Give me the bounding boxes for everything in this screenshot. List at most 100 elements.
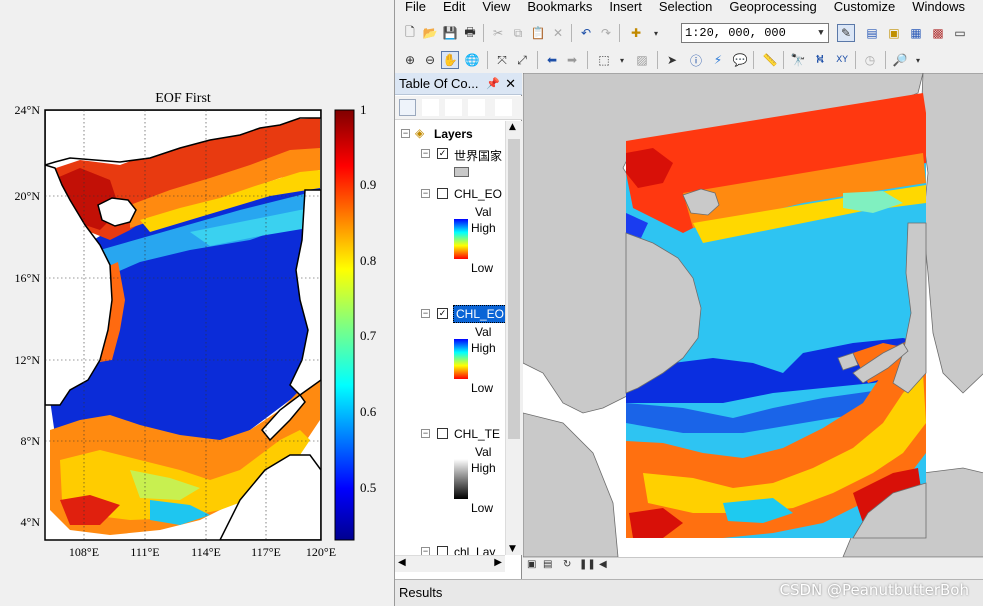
toc-window-icon[interactable]: ▤ <box>863 24 881 42</box>
chevron-down-icon[interactable]: ▾ <box>647 24 665 42</box>
pan-icon[interactable]: ✋ <box>441 51 459 69</box>
y-tick-label: 8°N <box>21 434 41 448</box>
delete-icon[interactable]: ✕ <box>549 24 567 42</box>
scroll-left-icon[interactable]: ◀ <box>599 559 607 570</box>
list-by-source-icon[interactable] <box>422 99 439 116</box>
html-popup-icon[interactable]: 💬 <box>731 51 749 69</box>
menu-view[interactable]: View <box>472 0 517 16</box>
colorbar-tick: 0.8 <box>360 253 376 268</box>
collapse-icon[interactable]: − <box>401 129 410 138</box>
layer-visibility-checkbox[interactable]: ✓ <box>437 148 448 159</box>
legend-color-ramp[interactable] <box>454 339 468 379</box>
table-of-contents-panel: Table Of Co... 📌 ✕ − ◈ Layers − ✓ 世界国家 −… <box>395 73 522 579</box>
layer-visibility-checkbox[interactable] <box>437 428 448 439</box>
list-by-visibility-icon[interactable] <box>445 99 462 116</box>
close-icon[interactable]: ✕ <box>505 73 516 95</box>
legend-color-ramp[interactable] <box>454 459 468 499</box>
layers-root-label: Layers <box>434 127 473 141</box>
save-icon[interactable]: 💾 <box>441 24 459 42</box>
hyperlink-icon[interactable]: ⚡ <box>709 51 727 69</box>
add-data-icon[interactable]: ✚ <box>627 24 645 42</box>
search-window-icon[interactable]: ▦ <box>907 24 925 42</box>
menu-insert[interactable]: Insert <box>599 0 649 16</box>
time-slider-icon[interactable]: ◷ <box>861 51 879 69</box>
layout-view-icon[interactable]: ▤ <box>543 559 552 570</box>
layers-stack-icon: ◈ <box>415 126 425 140</box>
fixed-zoom-out-icon[interactable]: ⤢ <box>513 51 531 69</box>
zoom-out-icon[interactable]: ⊖ <box>421 51 439 69</box>
menu-geoprocessing[interactable]: Geoprocessing <box>719 0 823 16</box>
legend-heading: Val <box>475 445 492 459</box>
python-window-icon[interactable]: ▭ <box>951 24 969 42</box>
paste-icon[interactable]: 📋 <box>529 24 547 42</box>
menu-customize[interactable]: Customize <box>824 0 902 16</box>
list-by-selection-icon[interactable] <box>468 99 485 116</box>
scroll-right-icon[interactable]: ▶ <box>494 557 502 568</box>
collapse-icon[interactable]: − <box>421 149 430 158</box>
menu-bookmarks[interactable]: Bookmarks <box>517 0 599 16</box>
colorbar-tick: 1 <box>360 102 367 117</box>
find-icon[interactable]: 🔭 <box>789 51 807 69</box>
scroll-thumb[interactable] <box>508 139 520 439</box>
select-elements-icon[interactable]: ➤ <box>663 51 681 69</box>
menu-windows[interactable]: Windows <box>902 0 972 16</box>
map-canvas[interactable] <box>523 73 983 557</box>
layer-name: CHL_EO <box>453 305 505 323</box>
full-extent-icon[interactable]: 🌐 <box>463 51 481 69</box>
scroll-up-icon[interactable]: ▲ <box>509 122 516 132</box>
magnifier-icon[interactable]: 🔎 <box>891 51 909 69</box>
menu-edit[interactable]: Edit <box>433 0 472 16</box>
fixed-zoom-in-icon[interactable]: ⤧ <box>493 51 511 69</box>
scroll-down-icon[interactable]: ▼ <box>509 544 516 554</box>
toc-vertical-scrollbar[interactable]: ▲ ▼ <box>505 121 522 555</box>
print-icon[interactable]: 🖶 <box>461 24 479 42</box>
data-view-icon[interactable]: ▣ <box>527 559 536 570</box>
menu-selection[interactable]: Selection <box>649 0 719 16</box>
measure-icon[interactable]: 📏 <box>761 51 779 69</box>
y-tick-label: 4°N <box>21 515 41 529</box>
arctoolbox-icon[interactable]: ▩ <box>929 24 947 42</box>
copy-icon[interactable]: ⧉ <box>509 24 527 42</box>
forward-icon[interactable]: ➡ <box>563 51 581 69</box>
find-route-icon[interactable]: ⛕ <box>811 51 829 69</box>
collapse-icon[interactable]: − <box>421 547 430 555</box>
catalog-window-icon[interactable]: ▣ <box>885 24 903 42</box>
go-to-xy-icon[interactable]: XY <box>833 51 851 69</box>
layer-visibility-checkbox[interactable] <box>437 188 448 199</box>
collapse-icon[interactable]: − <box>421 189 430 198</box>
list-by-drawing-order-icon[interactable] <box>399 99 416 116</box>
pause-drawing-icon[interactable]: ❚❚ <box>579 559 596 570</box>
clear-selection-icon[interactable]: ▨ <box>633 51 651 69</box>
legend-high-label: High <box>471 221 496 235</box>
pin-icon[interactable]: 📌 <box>486 73 500 95</box>
menu-help[interactable]: He <box>972 0 983 16</box>
matlab-figure: 24°N 20°N 16°N 12°N 8°N 4°N 108°E 111°E … <box>0 0 394 606</box>
back-icon[interactable]: ⬅ <box>543 51 561 69</box>
chevron-down-icon[interactable]: ▾ <box>909 51 927 69</box>
refresh-icon[interactable]: ↻ <box>563 559 571 570</box>
x-tick-label: 120°E <box>306 545 336 559</box>
legend-color-ramp[interactable] <box>454 219 468 259</box>
chevron-down-icon[interactable]: ▾ <box>613 51 631 69</box>
identify-icon[interactable]: ⓘ <box>687 51 705 69</box>
collapse-icon[interactable]: − <box>421 429 430 438</box>
layer-visibility-checkbox[interactable]: ✓ <box>437 308 448 319</box>
toc-options-icon[interactable] <box>495 99 512 116</box>
editor-toolbar-icon[interactable]: ✎ <box>837 24 855 42</box>
collapse-icon[interactable]: − <box>421 309 430 318</box>
cut-icon[interactable]: ✂ <box>489 24 507 42</box>
scroll-left-icon[interactable]: ◀ <box>398 557 406 568</box>
menu-file[interactable]: File <box>395 0 433 16</box>
map-scale-select[interactable]: 1:20, 000, 000 ▼ <box>681 23 829 43</box>
open-folder-icon[interactable]: 📂 <box>421 24 439 42</box>
redo-icon[interactable]: ↷ <box>597 24 615 42</box>
select-features-icon[interactable]: ⬚ <box>595 51 613 69</box>
layer-visibility-checkbox[interactable] <box>437 546 448 555</box>
zoom-in-icon[interactable]: ⊕ <box>401 51 419 69</box>
legend-heading: Val <box>475 325 492 339</box>
new-document-icon[interactable]: 🗋 <box>401 24 419 42</box>
undo-icon[interactable]: ↶ <box>577 24 595 42</box>
toc-horizontal-scrollbar[interactable]: ◀ ▶ <box>395 555 505 572</box>
map-view-footer: ▣ ▤ ↻ ❚❚ ◀ <box>523 557 983 573</box>
layer-symbol-swatch[interactable] <box>454 167 469 177</box>
